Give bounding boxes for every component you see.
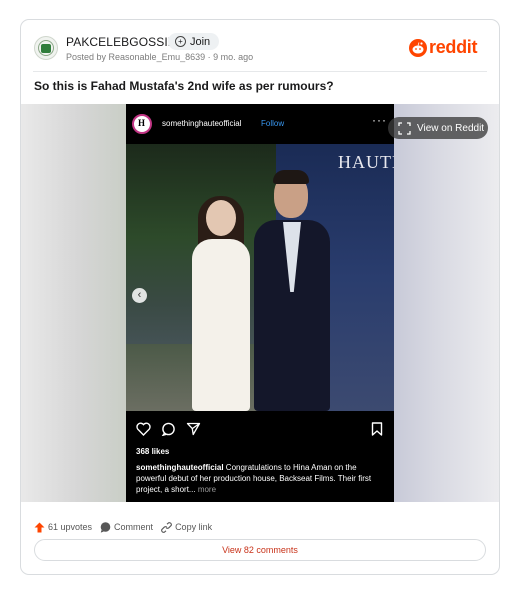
comment-label: Comment <box>114 522 154 532</box>
more-options-icon[interactable]: ··· <box>372 113 387 127</box>
copy-link-button[interactable]: Copy link <box>161 521 213 533</box>
media-blur-left <box>21 104 126 502</box>
instagram-likes: 368 likes <box>136 447 170 456</box>
man-hair <box>273 170 309 184</box>
instagram-photo: HAUTE <box>126 144 394 411</box>
post-title[interactable]: So this is Fahad Mustafa's 2nd wife as p… <box>34 79 334 93</box>
instagram-avatar-letter: H <box>138 118 146 128</box>
post-media[interactable]: H somethinghauteofficial Follow ··· HAUT… <box>21 104 499 502</box>
media-blur-right <box>394 104 499 502</box>
expand-icon <box>398 121 411 135</box>
woman-figure <box>192 239 250 411</box>
bookmark-icon[interactable] <box>371 422 383 436</box>
share-send-icon[interactable] <box>186 422 201 436</box>
upvote-count: 61 upvotes <box>48 522 93 532</box>
link-icon <box>161 521 172 533</box>
reddit-alien-icon <box>409 38 427 57</box>
woman-face <box>206 200 236 236</box>
join-label: Join <box>190 35 211 48</box>
comment-bubble-icon[interactable] <box>161 422 176 436</box>
subreddit-avatar[interactable] <box>34 36 58 60</box>
posted-by-meta[interactable]: Posted by Reasonable_Emu_8639 · 9 mo. ag… <box>66 52 253 62</box>
instagram-username[interactable]: somethinghauteofficial <box>162 119 241 128</box>
upvote-arrow-icon <box>34 522 45 532</box>
post-header: PAKCELEBGOSSIP + Join Posted by Reasonab… <box>21 20 499 70</box>
instagram-follow-link[interactable]: Follow <box>261 119 284 128</box>
instagram-embed: H somethinghauteofficial Follow ··· HAUT… <box>126 104 394 502</box>
caption-more-link[interactable]: more <box>196 485 216 494</box>
comment-icon <box>100 521 111 533</box>
join-button[interactable]: + Join <box>168 33 220 50</box>
caption-username[interactable]: somethinghauteofficial <box>136 463 224 472</box>
comment-button[interactable]: Comment <box>100 521 154 533</box>
instagram-actions <box>136 422 386 438</box>
backdrop-logo-text: HAUTE <box>338 152 394 172</box>
view-comments-button[interactable]: View 82 comments <box>34 539 486 561</box>
reddit-logo[interactable]: reddit <box>409 37 478 58</box>
reddit-wordmark: reddit <box>429 37 478 57</box>
instagram-caption: somethinghauteofficial Congratulations t… <box>136 462 386 495</box>
avatar-emblem <box>41 44 51 53</box>
header-divider <box>33 71 487 72</box>
plus-circle-icon: + <box>175 36 186 47</box>
instagram-avatar[interactable]: H <box>132 114 152 134</box>
view-on-reddit-button[interactable]: View on Reddit <box>388 117 488 139</box>
post-actions: 61 upvotes Comment Copy link <box>34 520 220 534</box>
chevron-left-icon[interactable]: ‹ <box>132 288 147 303</box>
subreddit-name[interactable]: PAKCELEBGOSSIP <box>66 35 176 49</box>
upvote-button[interactable]: 61 upvotes <box>34 522 92 533</box>
instagram-header: H somethinghauteofficial Follow ··· <box>126 104 394 144</box>
copy-link-label: Copy link <box>175 522 213 532</box>
heart-icon[interactable] <box>136 422 151 436</box>
reddit-embed-card: PAKCELEBGOSSIP + Join Posted by Reasonab… <box>20 19 500 575</box>
view-on-reddit-label: View on Reddit <box>417 122 485 134</box>
